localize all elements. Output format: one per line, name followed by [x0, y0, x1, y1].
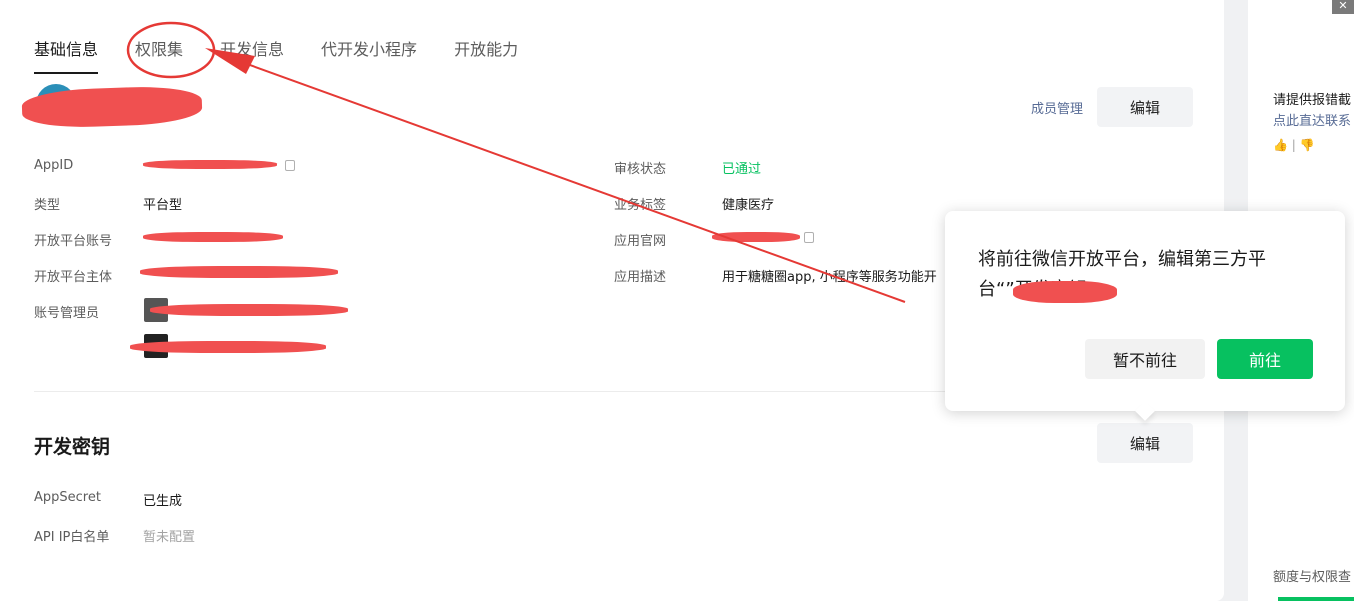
redaction-scribble: [140, 266, 338, 278]
admin-label: 账号管理员: [34, 306, 100, 321]
edit-basic-button[interactable]: 编辑: [1097, 87, 1193, 127]
confirm-popover: 将前往微信开放平台，编辑第三方平台“”开发密钥 暂不前往 前往: [945, 211, 1345, 421]
feedback-icons[interactable]: 👍 | 👎: [1273, 138, 1315, 152]
tab-permission-set[interactable]: 权限集: [135, 36, 183, 74]
appsecret-value: 已生成: [143, 494, 183, 509]
appsecret-label: AppSecret: [34, 490, 101, 505]
edit-dev-key-button[interactable]: 编辑: [1097, 423, 1193, 463]
quota-permission-link[interactable]: 额度与权限查: [1273, 566, 1351, 585]
redaction-scribble: [143, 232, 283, 242]
ip-whitelist-label: API IP白名单: [34, 530, 110, 545]
copy-icon[interactable]: [804, 232, 814, 243]
appid-label: AppID: [34, 158, 74, 173]
accent-bar: [1278, 597, 1354, 601]
contact-link[interactable]: 点此直达联系: [1273, 110, 1351, 129]
copy-icon[interactable]: [285, 160, 295, 171]
website-label: 应用官网: [614, 234, 667, 249]
redaction-scribble: [130, 341, 326, 353]
not-now-button[interactable]: 暂不前往: [1085, 339, 1205, 379]
help-title: 请提供报错截: [1273, 93, 1352, 108]
redaction-scribble: [1013, 281, 1117, 303]
go-button[interactable]: 前往: [1217, 339, 1313, 379]
open-platform-entity-label: 开放平台主体: [34, 270, 113, 285]
redaction-scribble: [143, 160, 277, 169]
tab-basic-info[interactable]: 基础信息: [34, 36, 99, 74]
review-status-label: 审核状态: [614, 162, 667, 177]
tab-open-capabilities[interactable]: 开放能力: [454, 36, 518, 74]
open-platform-account-label: 开放平台账号: [34, 234, 113, 249]
business-tag-label: 业务标签: [614, 198, 667, 213]
description-value: 用于糖糖圈app, 小程序等服务功能开: [722, 270, 937, 285]
review-status-value: 已通过: [722, 162, 762, 177]
type-value: 平台型: [143, 198, 183, 213]
redaction-scribble: [150, 304, 348, 316]
description-label: 应用描述: [614, 270, 667, 285]
close-icon[interactable]: ✕: [1332, 0, 1354, 14]
type-label: 类型: [34, 198, 61, 213]
tab-bar: 基础信息 权限集 开发信息 代开发小程序 开放能力: [34, 36, 555, 74]
tab-dev-info[interactable]: 开发信息: [220, 36, 284, 74]
redaction-scribble: [712, 232, 800, 242]
business-tag-value: 健康医疗: [722, 198, 775, 213]
tab-miniprogram-dev[interactable]: 代开发小程序: [321, 36, 417, 74]
member-management-link[interactable]: 成员管理: [1031, 98, 1083, 117]
dev-key-title: 开发密钥: [34, 436, 111, 458]
ip-whitelist-value: 暂未配置: [143, 530, 196, 545]
